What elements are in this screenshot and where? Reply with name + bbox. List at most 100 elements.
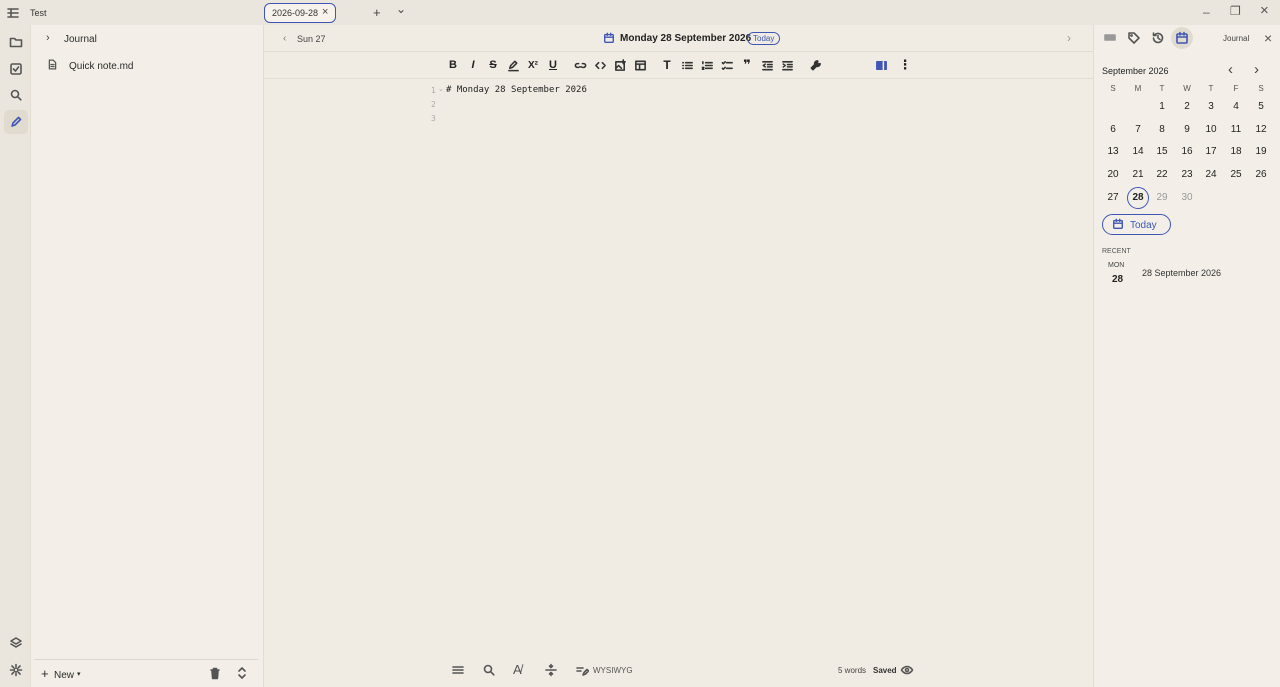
close-window-button[interactable]: × <box>1260 2 1269 19</box>
minimize-button[interactable]: – <box>1203 5 1210 19</box>
outline-list-icon[interactable] <box>451 663 465 677</box>
fold-chevron-icon[interactable]: ⌄ <box>438 85 444 93</box>
calendar-day[interactable]: 19 <box>1249 141 1273 163</box>
calendar-day[interactable]: 14 <box>1126 141 1150 163</box>
close-panel-icon[interactable]: × <box>1264 30 1272 46</box>
calendar-day[interactable]: 27 <box>1101 187 1125 209</box>
sidebar-item-quick-note[interactable]: Quick note.md <box>31 56 263 78</box>
bullet-list-icon[interactable] <box>678 57 696 73</box>
calendar-day[interactable]: 30 <box>1175 187 1199 209</box>
checklist-icon[interactable] <box>718 57 736 73</box>
calendar-day[interactable]: 9 <box>1175 119 1199 141</box>
calendar-day[interactable]: 2 <box>1175 96 1199 118</box>
header-divider <box>264 51 1093 52</box>
numbered-list-icon[interactable] <box>698 57 716 73</box>
preview-eye-icon[interactable] <box>900 663 914 677</box>
today-badge[interactable]: Today <box>747 32 781 45</box>
new-button[interactable]: + New ▾ <box>41 666 87 683</box>
recent-entry[interactable]: MON 28 28 September 2026 <box>1100 258 1275 290</box>
calendar-day[interactable]: 15 <box>1150 141 1174 163</box>
calendar-day[interactable]: 8 <box>1150 119 1174 141</box>
weekday-header: S <box>1110 84 1116 93</box>
calendar-day[interactable]: 21 <box>1126 164 1150 186</box>
recent-heading: RECENT <box>1102 248 1131 255</box>
calendar-day[interactable]: 12 <box>1249 119 1273 141</box>
calendar-day[interactable]: 20 <box>1101 164 1125 186</box>
link-icon[interactable] <box>571 57 589 73</box>
calendar-day[interactable]: 7 <box>1126 119 1150 141</box>
editor-line-text[interactable]: # Monday 28 September 2026 <box>446 85 587 95</box>
tab-2026-09-28[interactable]: 2026-09-28 × <box>264 3 336 23</box>
sidebar-toggle-icon[interactable] <box>6 6 20 20</box>
layers-icon[interactable] <box>4 631 28 655</box>
calendar-icon <box>603 32 615 44</box>
outdent-icon[interactable] <box>758 57 776 73</box>
calendar-day[interactable]: 29 <box>1150 187 1174 209</box>
layout-toggle-icon[interactable] <box>872 57 890 73</box>
calendar-day[interactable]: 5 <box>1249 96 1273 118</box>
strikethrough-button[interactable]: S <box>484 57 502 73</box>
prev-day-link[interactable]: Sun 27 <box>297 34 326 44</box>
split-line-icon[interactable] <box>544 663 558 677</box>
edit-mode-icon[interactable] <box>575 663 589 677</box>
insert-image-icon[interactable] <box>611 57 629 73</box>
calendar-day[interactable]: 1 <box>1150 96 1174 118</box>
calendar-day[interactable]: 23 <box>1175 164 1199 186</box>
calendar-day[interactable]: 6 <box>1101 119 1125 141</box>
weekday-header: W <box>1183 84 1191 93</box>
calendar-day[interactable]: 26 <box>1249 164 1273 186</box>
prev-month-chevron-icon[interactable]: ‹ <box>1228 61 1233 78</box>
file-sidebar: › Journal Quick note.md + New ▾ <box>31 25 264 687</box>
outline-panel-icon[interactable] <box>1103 31 1117 45</box>
maximize-button[interactable]: ❐ <box>1230 4 1241 18</box>
folder-icon[interactable] <box>4 30 28 54</box>
new-tab-button[interactable]: + <box>373 5 381 20</box>
calendar-day[interactable]: 24 <box>1199 164 1223 186</box>
calendar-day[interactable]: 3 <box>1199 96 1223 118</box>
indent-icon[interactable] <box>778 57 796 73</box>
calendar-day[interactable]: 13 <box>1101 141 1125 163</box>
expand-collapse-icon[interactable] <box>235 666 249 680</box>
prev-day-chevron-icon[interactable]: ‹ <box>283 33 286 44</box>
calendar-day[interactable]: 10 <box>1199 119 1223 141</box>
tab-label: 2026-09-28 <box>272 8 319 18</box>
calendar-day[interactable]: 25 <box>1224 164 1248 186</box>
calendar-day[interactable]: 22 <box>1150 164 1174 186</box>
find-search-icon[interactable] <box>482 663 496 677</box>
blockquote-icon[interactable]: ❞ <box>738 57 756 73</box>
sidebar-item-label: Quick note.md <box>69 61 134 72</box>
search-icon[interactable] <box>4 83 28 107</box>
underline-button[interactable]: U <box>544 57 562 73</box>
tab-list-chevron-icon[interactable]: ⌄ <box>396 2 406 16</box>
today-button[interactable]: Today <box>1102 214 1171 235</box>
calendar-day[interactable]: 18 <box>1224 141 1248 163</box>
italic-button[interactable]: I <box>464 57 482 73</box>
settings-gear-icon[interactable] <box>4 658 28 682</box>
heading-button[interactable]: T <box>658 57 676 73</box>
next-day-chevron-icon[interactable]: › <box>1067 31 1071 45</box>
calendar-day-selected[interactable]: 28 <box>1127 186 1149 209</box>
highlight-pen-icon[interactable] <box>504 57 522 73</box>
spellcheck-icon[interactable]: A̸ <box>513 662 522 677</box>
calendar-day[interactable]: 4 <box>1224 96 1248 118</box>
calendar-day[interactable]: 16 <box>1175 141 1199 163</box>
superscript-button[interactable]: X² <box>524 57 542 73</box>
panel-title: Journal <box>1223 34 1250 43</box>
tab-close-icon[interactable]: × <box>322 6 328 18</box>
journal-pen-icon[interactable] <box>4 110 28 134</box>
table-icon[interactable] <box>631 57 649 73</box>
wrench-icon[interactable] <box>806 57 824 73</box>
editor-mode-label[interactable]: WYSIWYG <box>593 666 633 675</box>
tag-icon[interactable] <box>1127 31 1141 45</box>
bold-button[interactable]: B <box>444 57 462 73</box>
trash-icon[interactable] <box>208 666 222 680</box>
next-month-chevron-icon[interactable]: › <box>1254 61 1259 78</box>
history-icon[interactable] <box>1151 31 1165 45</box>
calendar-day[interactable]: 17 <box>1199 141 1223 163</box>
more-options-icon[interactable]: ⋮ <box>896 57 914 73</box>
sidebar-item-journal[interactable]: › Journal <box>31 29 263 51</box>
calendar-day[interactable]: 11 <box>1224 119 1248 141</box>
code-icon[interactable] <box>591 57 609 73</box>
calendar-panel-icon[interactable] <box>1171 27 1193 49</box>
tasks-checkbox-icon[interactable] <box>4 57 28 81</box>
